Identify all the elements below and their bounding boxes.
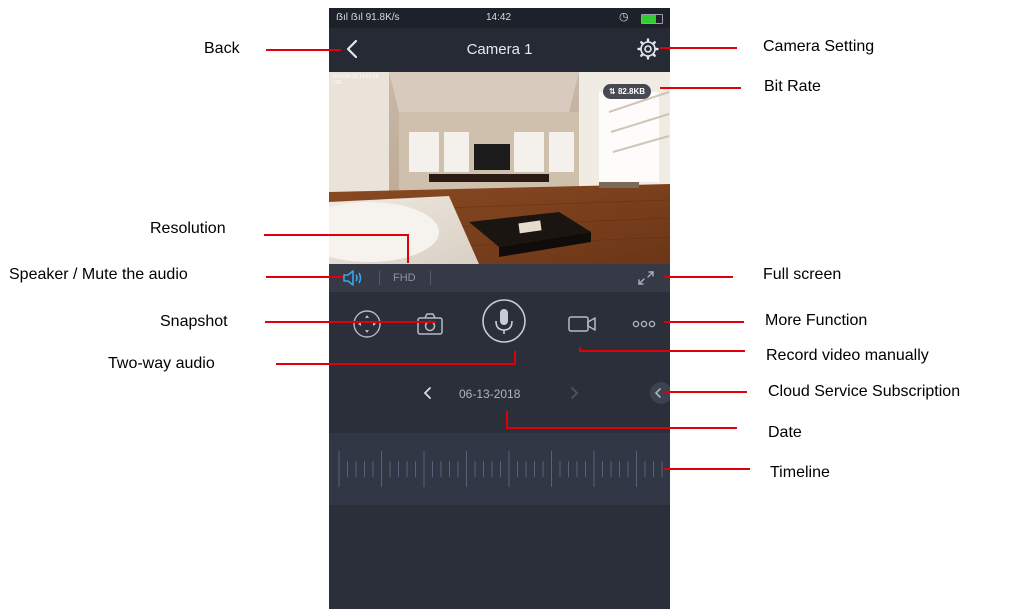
two-way-audio-button[interactable] — [481, 298, 527, 344]
video-camera-icon — [568, 316, 596, 332]
microphone-icon — [482, 299, 526, 343]
chevron-left-icon — [423, 387, 431, 399]
annotation-back: Back — [204, 40, 240, 57]
speaker-button[interactable] — [341, 268, 365, 288]
chevron-left-icon — [654, 388, 661, 398]
back-button[interactable] — [343, 36, 363, 62]
more-dots-icon — [632, 320, 656, 328]
timeline-ticks — [338, 451, 663, 487]
video-camera-tag: C2E — [332, 80, 342, 86]
snapshot-button[interactable] — [415, 310, 445, 338]
divider — [430, 271, 431, 285]
page-title: Camera 1 — [466, 41, 533, 58]
live-video-view[interactable]: 2018-06-13 14:29:28 C2E ⇅ 82.8KB — [329, 72, 670, 264]
bitrate-badge: ⇅ 82.8KB — [603, 84, 652, 99]
app-header: Camera 1 — [329, 28, 670, 72]
camera-setting-button[interactable] — [636, 36, 660, 62]
resolution-button[interactable]: FHD — [393, 272, 416, 284]
battery-icon — [641, 14, 663, 24]
date-label[interactable]: 06-13-2018 — [459, 387, 520, 401]
full-screen-button[interactable] — [635, 268, 657, 288]
function-row — [329, 298, 670, 348]
ptz-direction-icon — [353, 310, 381, 338]
annotation-timeline: Timeline — [770, 464, 830, 481]
divider — [379, 271, 380, 285]
status-bar: ẞıl ẞıl 91.8K/s 14:42 ◷ — [329, 8, 670, 28]
cloud-service-button[interactable] — [650, 382, 670, 404]
annotation-date: Date — [768, 424, 802, 441]
signal-indicator: ẞıl ẞıl 91.8K/s — [336, 12, 400, 23]
timeline[interactable] — [329, 433, 670, 505]
annotation-resolution: Resolution — [150, 220, 226, 237]
next-date-button[interactable] — [567, 384, 581, 402]
chevron-right-icon — [571, 387, 579, 399]
camera-icon — [417, 313, 443, 335]
record-video-button[interactable] — [566, 310, 598, 338]
video-control-bar: FHD — [329, 264, 670, 292]
annotation-more-function: More Function — [765, 312, 868, 329]
annotation-cloud-service: Cloud Service Subscription — [768, 383, 961, 400]
annotation-two-way-audio: Two-way audio — [108, 355, 215, 372]
expand-icon — [638, 271, 654, 285]
bitrate-icon: ⇅ — [609, 87, 618, 96]
phone-screen: ẞıl ẞıl 91.8K/s 14:42 ◷ Camera 1 2018-06… — [329, 8, 670, 609]
previous-date-button[interactable] — [421, 384, 435, 402]
date-navigation: 06-13-2018 — [329, 378, 670, 408]
status-time: 14:42 — [486, 12, 512, 23]
annotation-bit-rate: Bit Rate — [764, 78, 821, 95]
annotation-full-screen: Full screen — [763, 266, 842, 283]
annotation-speaker: Speaker / Mute the audio — [9, 266, 188, 283]
bitrate-value: 82.8KB — [617, 87, 646, 96]
alarm-icon: ◷ — [619, 11, 629, 23]
video-timestamp-overlay: 2018-06-13 14:29:28 C2E — [332, 74, 378, 86]
ptz-button[interactable] — [351, 308, 383, 340]
more-function-button[interactable] — [629, 314, 659, 334]
annotation-snapshot: Snapshot — [160, 313, 228, 330]
annotation-camera-setting: Camera Setting — [763, 38, 875, 55]
gear-icon — [637, 38, 659, 60]
speaker-icon — [343, 270, 362, 286]
annotation-record-video: Record video manually — [766, 347, 929, 364]
camera-feed-image — [329, 72, 670, 264]
chevron-left-icon — [346, 39, 358, 59]
